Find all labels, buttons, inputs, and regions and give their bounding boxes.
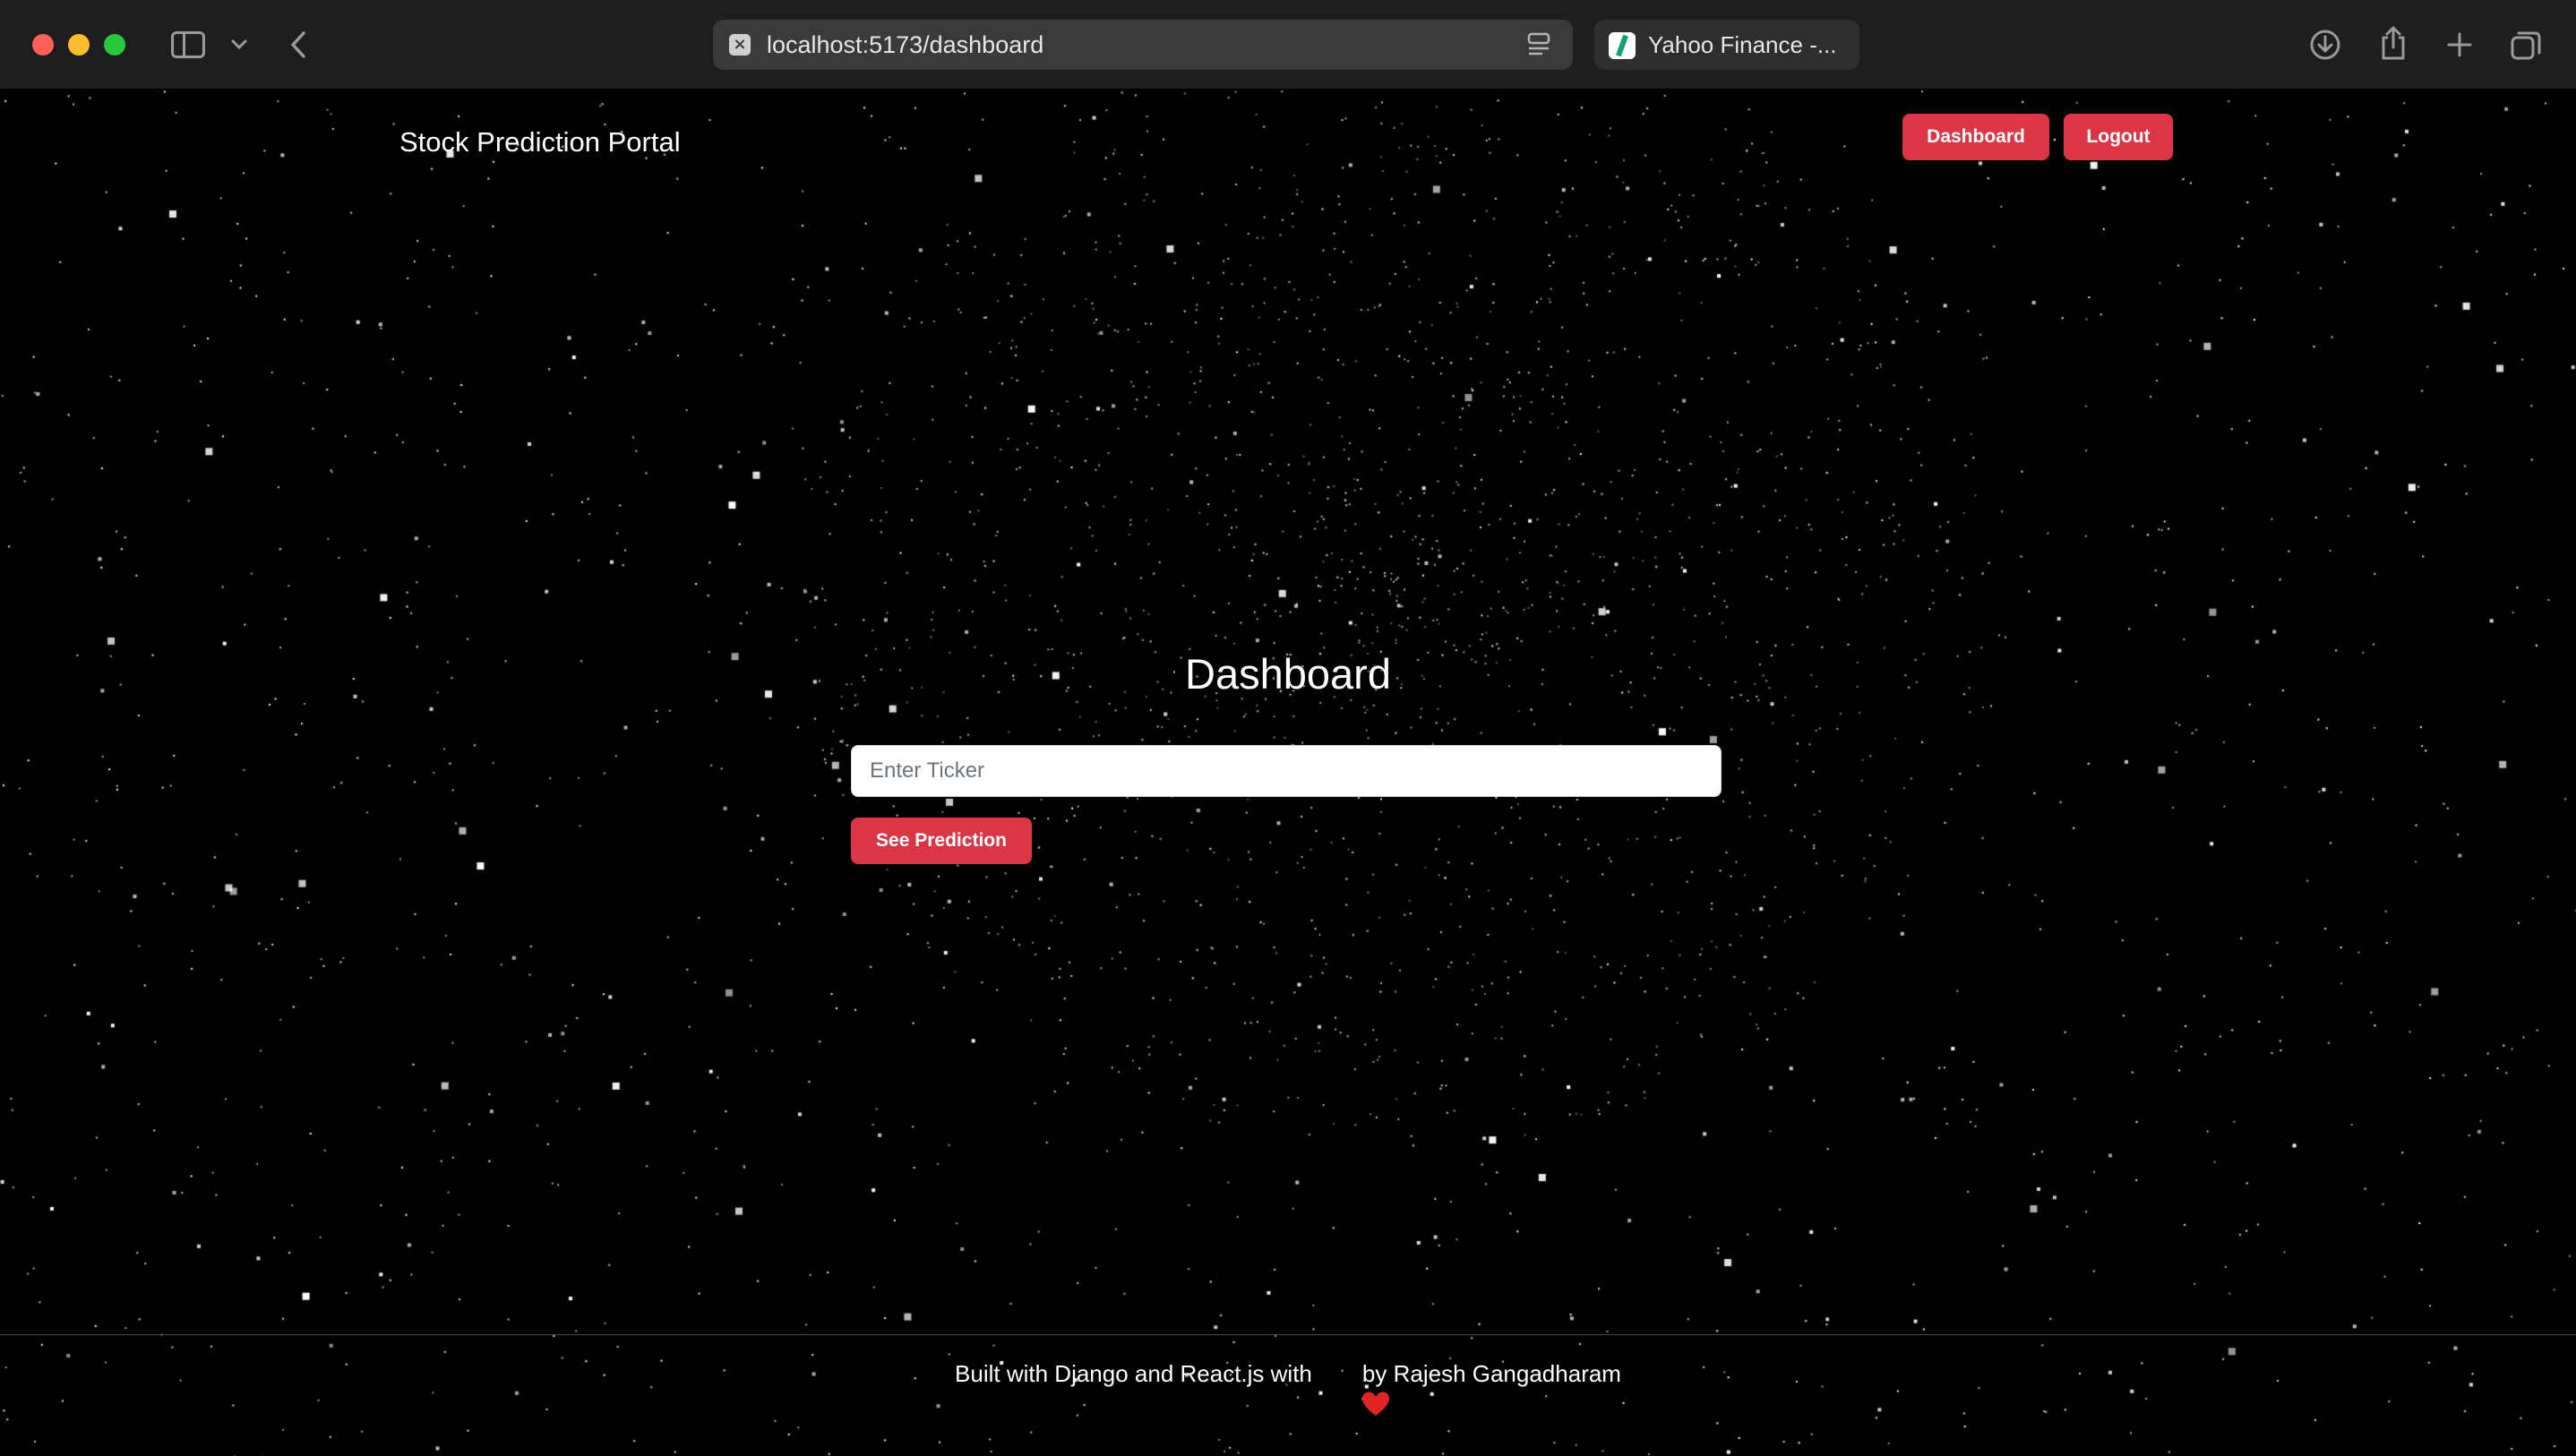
- share-icon[interactable]: [2375, 23, 2411, 63]
- download-icon[interactable]: [2307, 27, 2343, 63]
- browser-toolbar: × localhost:5173/dashboard Yahoo Finance…: [0, 0, 2576, 90]
- ticker-input[interactable]: [851, 745, 1722, 797]
- url-text[interactable]: localhost:5173/dashboard: [767, 30, 1043, 60]
- yahoo-favicon-icon: [1609, 32, 1636, 59]
- back-arrow-icon[interactable]: [285, 25, 312, 64]
- minimize-window-button[interactable]: [68, 34, 90, 56]
- chevron-down-icon[interactable]: [226, 27, 253, 63]
- see-prediction-button[interactable]: See Prediction: [851, 818, 1032, 864]
- plus-icon[interactable]: [2442, 25, 2477, 64]
- brand-link[interactable]: Stock Prediction Portal: [399, 124, 681, 160]
- logout-button[interactable]: Logout: [2064, 114, 2173, 160]
- dashboard-button[interactable]: Dashboard: [1902, 114, 2049, 160]
- footer: Built with Django and React.js with by R…: [0, 1358, 2576, 1416]
- footer-text-after: by Rajesh Gangadharam: [1361, 1360, 1621, 1387]
- tab-title[interactable]: Yahoo Finance -...: [1648, 30, 1837, 60]
- footer-divider: [0, 1334, 2576, 1335]
- site-favicon-icon: ×: [729, 34, 751, 56]
- zoom-window-button[interactable]: [104, 34, 125, 56]
- close-window-button[interactable]: [32, 34, 54, 56]
- page-title: Dashboard: [1185, 650, 1391, 698]
- sidebar-icon[interactable]: [168, 27, 208, 63]
- heart-icon: [1323, 1360, 1390, 1416]
- page-content: Stock Prediction Portal Dashboard Logout…: [0, 90, 2576, 1456]
- reader-icon[interactable]: [1524, 29, 1553, 61]
- footer-text-before: Built with Django and React.js with: [955, 1360, 1312, 1387]
- tabs-overview-icon[interactable]: [2508, 27, 2544, 63]
